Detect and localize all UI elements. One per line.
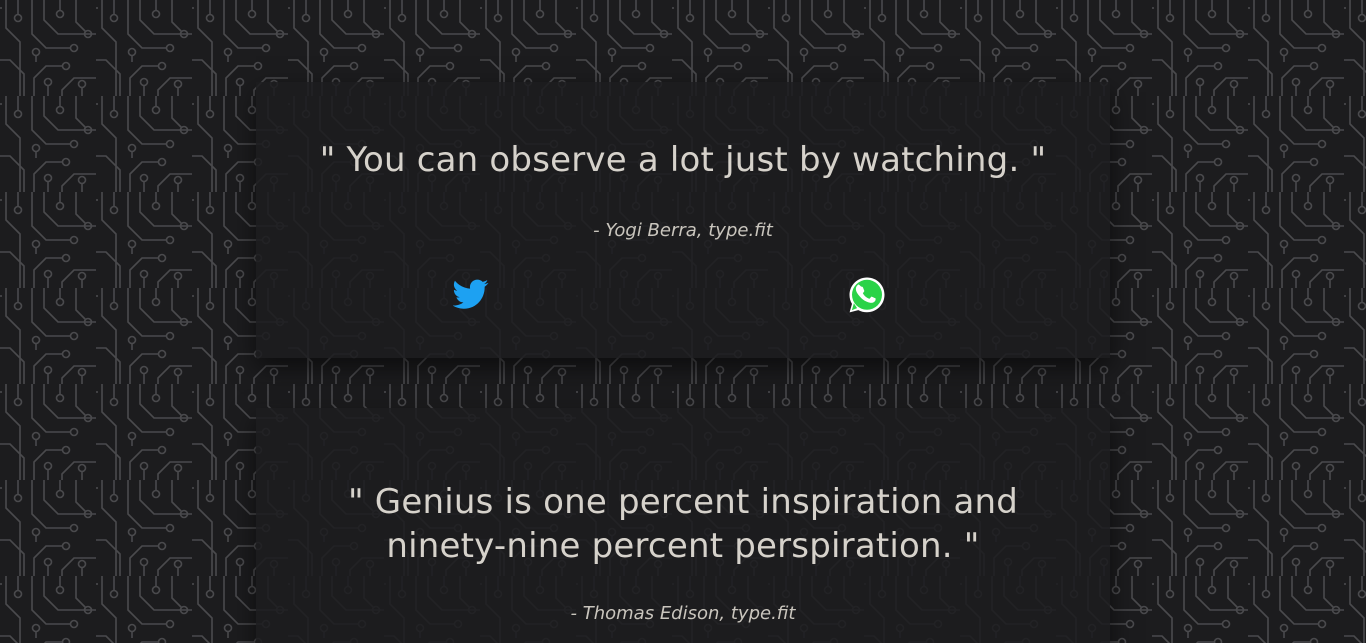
quote-author: - Yogi Berra, type.fit: [593, 220, 773, 241]
whatsapp-share-icon[interactable]: [847, 275, 887, 315]
twitter-share-icon[interactable]: [452, 276, 489, 312]
quote-text: " You can observe a lot just by watching…: [319, 140, 1047, 180]
quote-text: " Genius is one percent inspiration and …: [347, 482, 1019, 566]
quote-card: " You can observe a lot just by watching…: [256, 82, 1110, 358]
quote-author: - Thomas Edison, type.fit: [570, 603, 796, 624]
quote-card: " Genius is one percent inspiration and …: [256, 408, 1110, 643]
